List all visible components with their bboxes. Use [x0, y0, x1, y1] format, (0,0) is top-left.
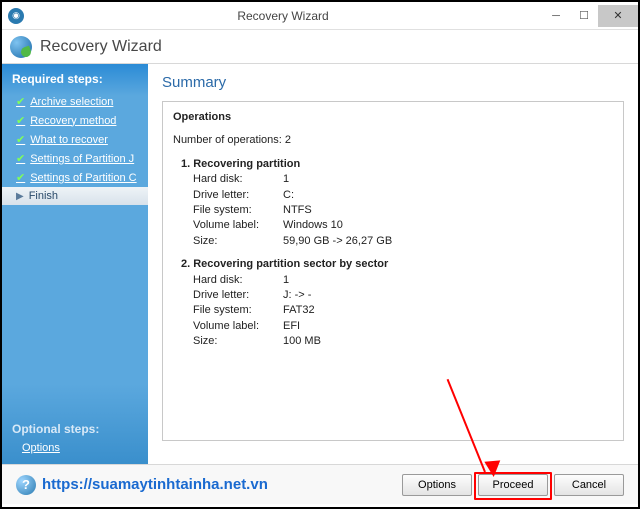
check-icon: ✔: [16, 133, 25, 146]
check-icon: ✔: [16, 114, 25, 127]
options-link[interactable]: Options: [12, 442, 138, 454]
sidebar-item-archive-selection[interactable]: ✔ Archive selection: [2, 92, 148, 111]
options-button[interactable]: Options: [402, 474, 472, 496]
sidebar: Required steps: ✔ Archive selection ✔ Reco…: [2, 64, 148, 464]
header: Recovery Wizard: [2, 30, 638, 64]
operations-label: Operations: [173, 111, 231, 123]
sidebar-item-recovery-method[interactable]: ✔ Recovery method: [2, 111, 148, 130]
watermark-url: https://suamaytinhtainha.net.vn: [42, 476, 396, 493]
sidebar-item-finish[interactable]: ▶ Finish: [2, 187, 148, 205]
op2-title: 2. Recovering partition sector by sector: [173, 258, 388, 270]
main-content: Summary Operations Number of operations:…: [148, 64, 638, 464]
annotation-highlight: [474, 472, 552, 500]
page-title: Recovery Wizard: [40, 38, 162, 56]
sidebar-item-label: Archive selection: [30, 96, 113, 108]
close-button[interactable]: ✕: [598, 5, 638, 27]
check-icon: ✔: [16, 171, 25, 184]
sidebar-item-settings-partition-j[interactable]: ✔ Settings of Partition J: [2, 149, 148, 168]
app-icon: ◉: [8, 8, 24, 24]
arrow-icon: ▶: [16, 191, 24, 202]
check-icon: ✔: [16, 152, 25, 165]
sidebar-item-label: Settings of Partition J: [30, 153, 134, 165]
required-steps-label: Required steps:: [2, 68, 148, 92]
check-icon: ✔: [16, 95, 25, 108]
maximize-button[interactable]: ☐: [570, 5, 598, 27]
operations-panel: Operations Number of operations: 2 1. Re…: [162, 101, 624, 441]
logo-icon: [10, 36, 32, 58]
sidebar-item-label: Finish: [29, 190, 58, 202]
sidebar-item-label: Recovery method: [30, 115, 116, 127]
sidebar-item-label: Settings of Partition C: [30, 172, 136, 184]
sidebar-item-settings-partition-c[interactable]: ✔ Settings of Partition C: [2, 168, 148, 187]
sidebar-item-what-to-recover[interactable]: ✔ What to recover: [2, 130, 148, 149]
help-icon[interactable]: ?: [16, 475, 36, 495]
optional-steps-label: Optional steps:: [12, 422, 138, 436]
cancel-button[interactable]: Cancel: [554, 474, 624, 496]
op1-title: 1. Recovering partition: [173, 158, 300, 170]
summary-heading: Summary: [162, 74, 624, 91]
window-title: Recovery Wizard: [24, 9, 542, 23]
operations-count: Number of operations: 2: [173, 133, 613, 148]
sidebar-item-label: What to recover: [30, 134, 108, 146]
minimize-button[interactable]: ─: [542, 5, 570, 27]
titlebar: ◉ Recovery Wizard ─ ☐ ✕: [2, 2, 638, 30]
